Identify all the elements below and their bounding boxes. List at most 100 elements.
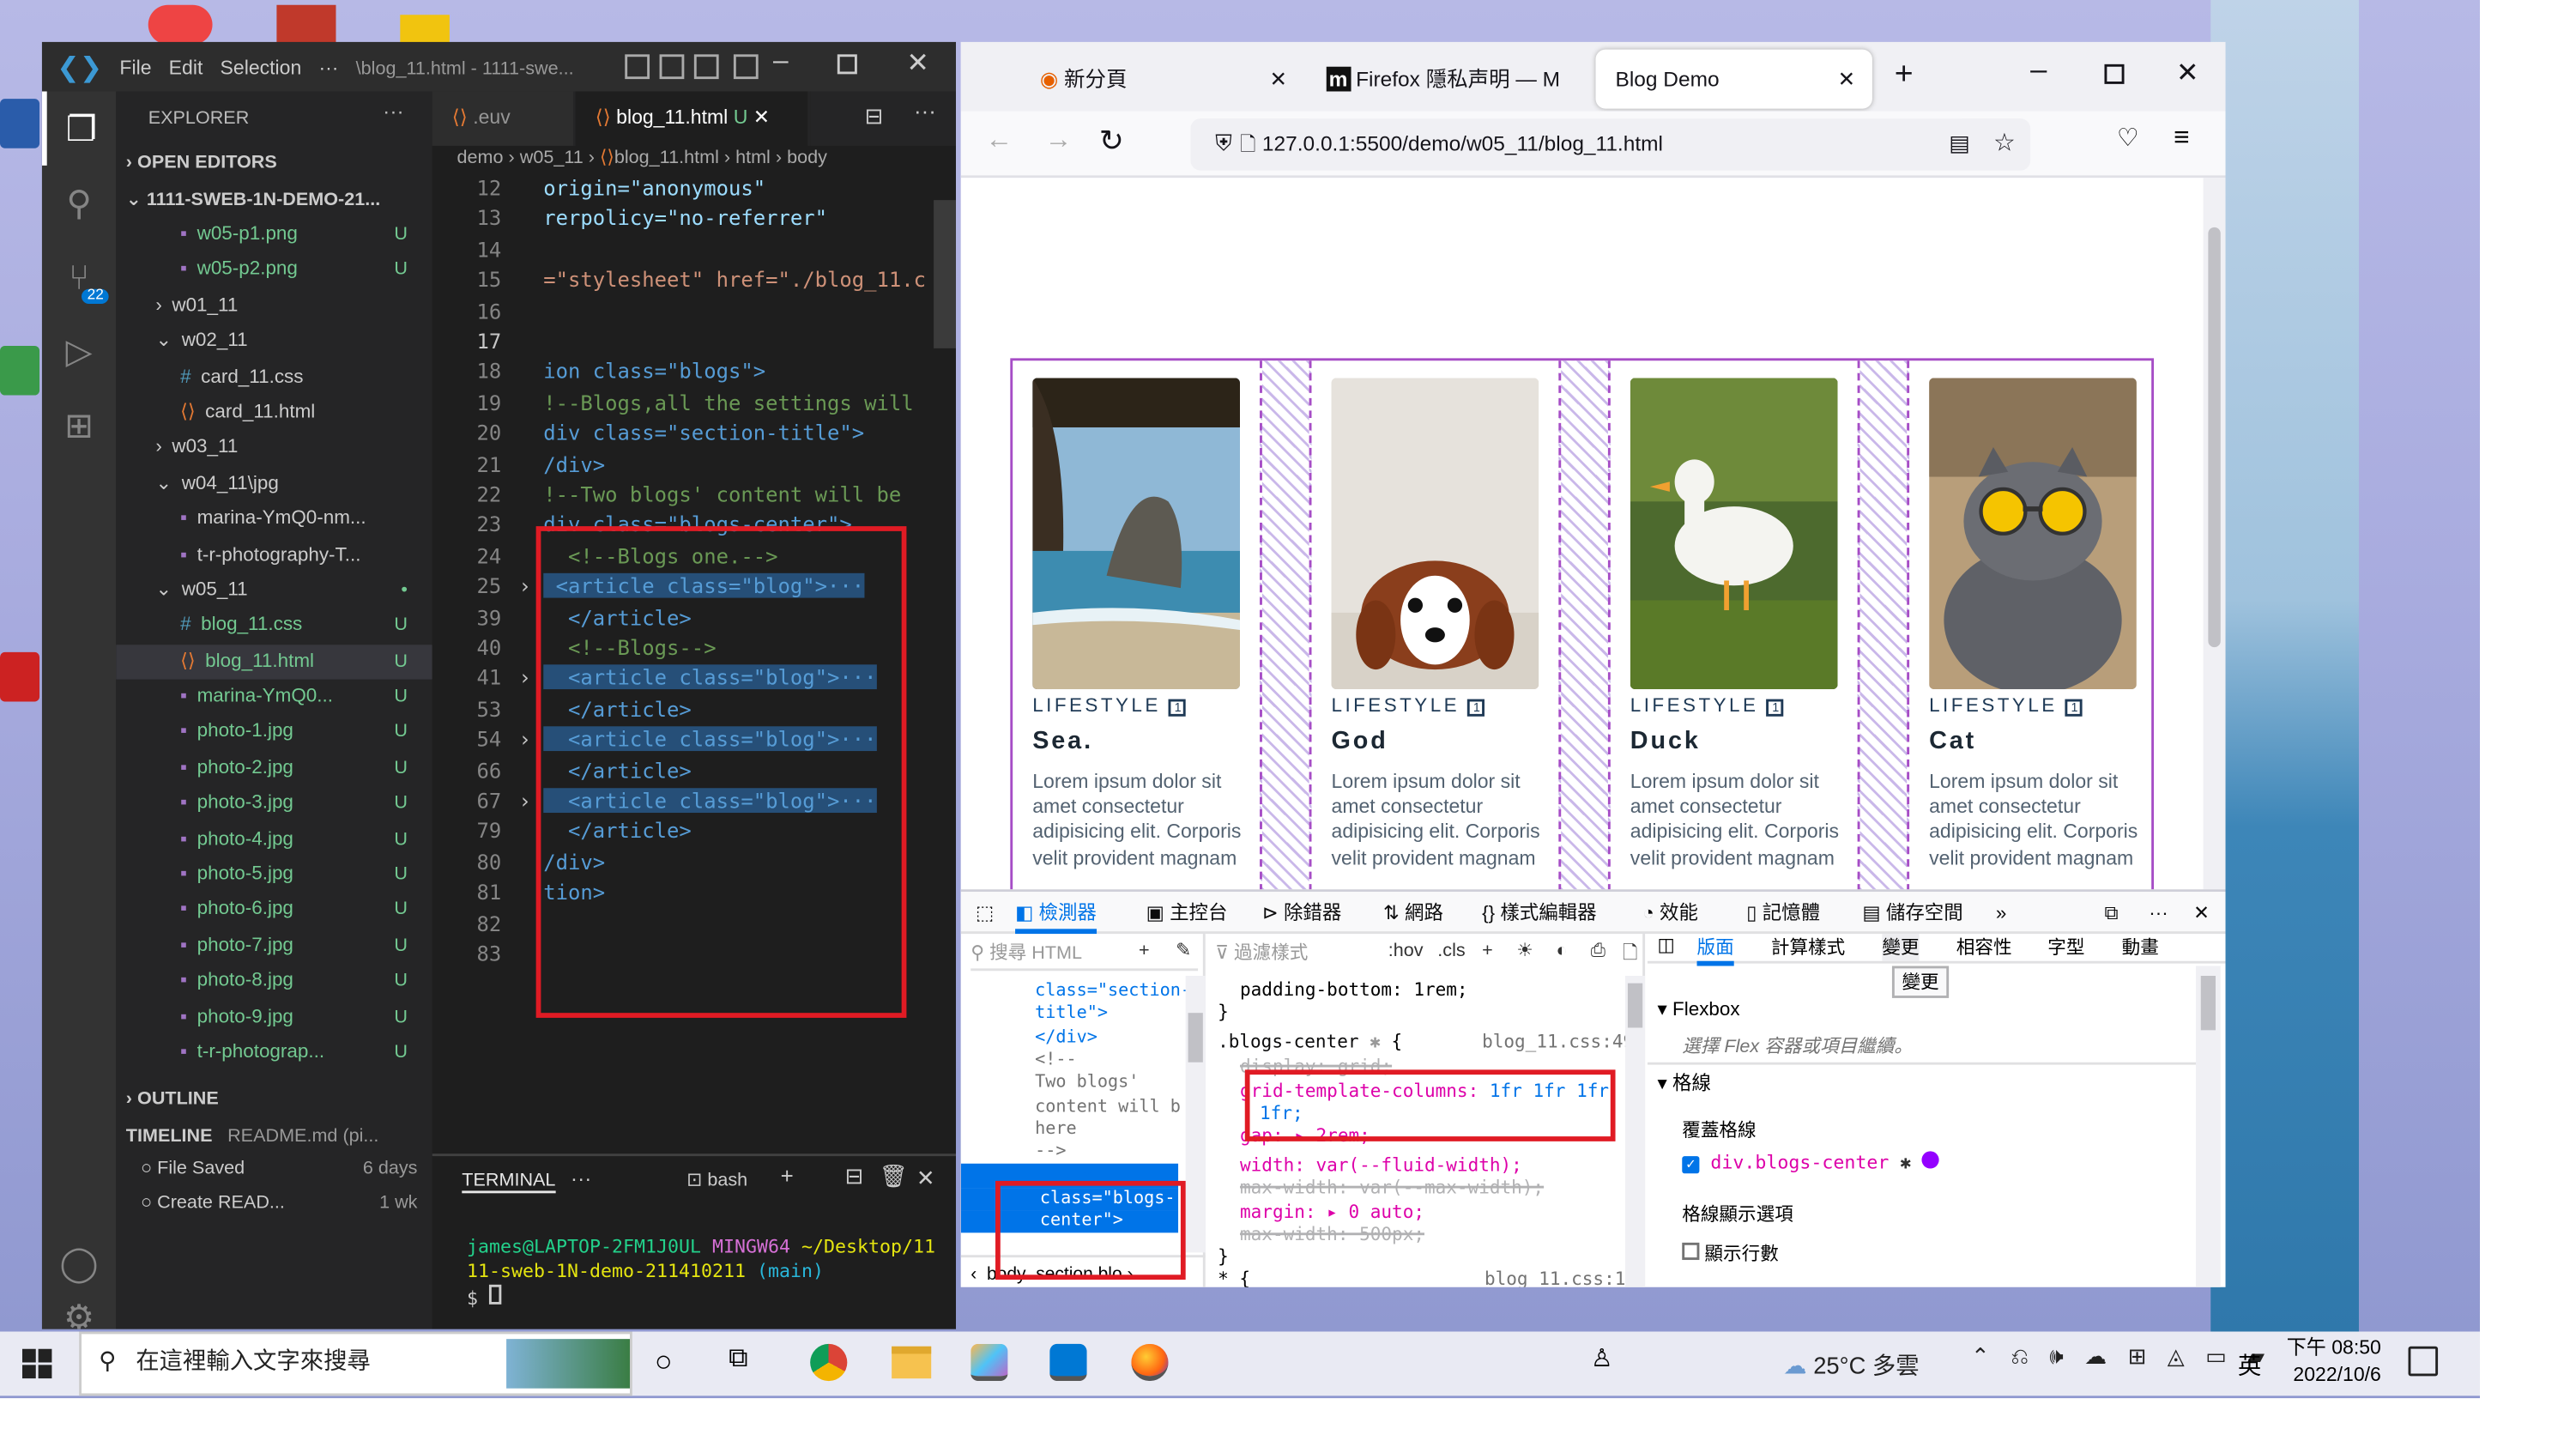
tab-blog-html[interactable]: ⟨⟩ blog_11.html U ✕ [575, 91, 811, 146]
code-line[interactable]: 22 !--Two blogs' content will be [432, 479, 956, 510]
print-icon[interactable]: ⎙ [1591, 939, 1605, 964]
fold-chevron-icon[interactable]: › [518, 571, 530, 602]
task-view-icon[interactable]: ⧉ [729, 1344, 748, 1376]
maximize-icon[interactable] [837, 54, 857, 75]
rule-source[interactable]: blog_11.css:49 [1482, 1030, 1634, 1053]
file-tree-item[interactable]: › w03_11 [116, 431, 432, 466]
flexbox-section[interactable]: ▾ Flexbox [1657, 998, 1739, 1020]
cls-toggle[interactable]: .cls [1437, 939, 1465, 961]
toggle-panel-icon[interactable] [659, 54, 685, 80]
chrome-taskbar-icon[interactable] [810, 1343, 848, 1382]
tab-privacy[interactable]: m Firefox 隱私声明 — M [1307, 50, 1583, 109]
tab-fonts[interactable]: 字型 [2047, 934, 2084, 961]
terminal-more-icon[interactable]: ··· [571, 1166, 591, 1191]
maximize-icon[interactable] [2104, 64, 2125, 84]
code-line[interactable]: 17 [432, 326, 956, 357]
app-menu-icon[interactable]: ≡ [2174, 124, 2189, 154]
minimap[interactable] [934, 200, 956, 348]
tab-euv[interactable]: ⟨⟩ .euv [432, 91, 576, 146]
terminal-tab[interactable]: TERMINAL [462, 1169, 556, 1194]
file-tree-item[interactable]: ▪ w05-p1.png U [116, 217, 432, 252]
dom-node-line[interactable]: title"> [1035, 1004, 1186, 1027]
code-line[interactable]: 12 origin="anonymous" [432, 173, 956, 203]
close-panel-icon[interactable]: ✕ [916, 1166, 935, 1194]
more-actions-icon[interactable]: ··· [383, 99, 403, 124]
show-line-numbers[interactable]: 顯示行數 [1682, 1240, 1779, 1268]
page-info-icon[interactable]: 🗋 [1240, 118, 1256, 170]
rule-source[interactable]: blog_11.css:1 [1485, 1268, 1625, 1287]
breadcrumb-item[interactable]: html [735, 146, 771, 168]
dom-node-line[interactable]: Two blogs' [1035, 1073, 1186, 1096]
tab-animations[interactable]: 動畫 [2122, 934, 2159, 961]
reload-icon[interactable]: ↻ [1099, 124, 1124, 158]
code-line[interactable]: 20 div class="section-title"> [432, 418, 956, 449]
timeline-item[interactable]: ○ Create READ... 1 wk [141, 1190, 417, 1213]
run-debug-icon[interactable]: ▷ [42, 314, 116, 388]
taskbar-search[interactable]: ⚲ 在這裡輸入文字來搜尋 [79, 1331, 632, 1396]
fold-chevron-icon[interactable]: › [518, 663, 530, 694]
menu-file[interactable]: File [119, 56, 151, 78]
file-tree-item[interactable]: # card_11.css [116, 360, 432, 395]
tab-console[interactable]: ▣ 主控台 [1146, 892, 1228, 934]
toggle-secondary-icon[interactable] [693, 54, 719, 80]
menu-selection[interactable]: Selection [221, 56, 302, 78]
file-tree-item[interactable]: ⟨⟩ blog_11.html U [116, 644, 432, 680]
file-tree-item[interactable]: ▪ w05-p2.png U [116, 253, 432, 288]
file-tree-item[interactable]: › w01_11 [116, 288, 432, 324]
file-tree-item[interactable]: ▪ photo-5.jpg U [116, 857, 432, 893]
hov-toggle[interactable]: :hov [1388, 939, 1424, 961]
file-tree-item[interactable]: ⌄ w02_11 [116, 324, 432, 360]
code-line[interactable]: 15 ="stylesheet" href="./blog_11.c [432, 265, 956, 296]
desktop-shortcut-icon[interactable] [0, 345, 40, 396]
tab-compatibility[interactable]: 相容性 [1956, 934, 2012, 961]
more-tabs-icon[interactable]: » [1996, 892, 2007, 934]
light-theme-icon[interactable]: ☀ [1516, 939, 1533, 961]
app-desktop-icon[interactable] [276, 4, 336, 45]
input-language[interactable]: 英 [2238, 1347, 2261, 1381]
code-line[interactable]: 18 ion class="blogs"> [432, 357, 956, 388]
dom-node-line[interactable]: class="section- [1035, 981, 1186, 1004]
tab-performance[interactable]: ◔ 效能 [1642, 892, 1698, 934]
highlight-grid-icon[interactable]: ✱ [1900, 1151, 1911, 1173]
file-tree-item[interactable]: ⌄ w04_11\jpg [116, 466, 432, 501]
tab-new-tab[interactable]: ◉ 新分頁 ✕ [1020, 50, 1297, 109]
firefox-taskbar-icon[interactable] [1131, 1343, 1169, 1382]
tab-debugger[interactable]: ⊳ 除錯器 [1262, 892, 1341, 934]
html-search[interactable]: ⚲ 搜尋 HTML + ✎ [971, 939, 1199, 972]
notification-icon[interactable] [2408, 1346, 2439, 1377]
source-control-icon[interactable]: ⑂ 22 [42, 239, 116, 313]
split-icon[interactable]: ◫ [1657, 934, 1674, 956]
terminal-output[interactable]: james@LAPTOP-2FM1J0UL MINGW64 ~/Desktop/… [467, 1235, 956, 1311]
new-tab-icon[interactable]: + [1895, 54, 1914, 91]
app-taskbar-icon[interactable] [971, 1343, 1008, 1382]
file-tree-item[interactable]: ▪ marina-YmQ0-nm... [116, 502, 432, 537]
file-tree-item[interactable]: ▪ t-r-photograp... U [116, 1035, 432, 1070]
file-tree-item[interactable]: ▪ photo-6.jpg U [116, 893, 432, 928]
code-line[interactable]: 16 [432, 295, 956, 326]
terminal-shell[interactable]: ⊡ bash [686, 1169, 747, 1191]
tab-storage[interactable]: ▤ 儲存空間 [1862, 892, 1962, 934]
eyedropper-icon[interactable]: ✎ [1176, 939, 1191, 961]
dock-icon[interactable]: ⧉ [2104, 892, 2118, 934]
file-tree-item[interactable]: # blog_11.css U [116, 608, 432, 644]
devtools-close-icon[interactable]: ✕ [2193, 892, 2210, 934]
breadcrumb-item[interactable]: demo [457, 146, 504, 168]
close-icon[interactable]: ✕ [906, 47, 929, 80]
start-icon[interactable] [20, 1347, 54, 1381]
tab-close-icon[interactable]: ✕ [1270, 50, 1288, 109]
timeline-section[interactable]: TIMELINE README.md (pi... [116, 1124, 432, 1147]
project-section[interactable]: ⌄ 1111-SWEB-1N-DEMO-21... [126, 188, 432, 210]
reader-view-icon[interactable]: ▤ [1949, 118, 1970, 170]
tab-style-editor[interactable]: {} 樣式編輯器 [1482, 892, 1596, 934]
dom-node-line[interactable]: </div> [1035, 1026, 1186, 1050]
selector-highlight-icon[interactable]: ✱ [1370, 1030, 1381, 1052]
grid-item-row[interactable]: ✓ div.blogs-center ✱ [1682, 1151, 1940, 1174]
tab-memory[interactable]: ▯ 記憶體 [1746, 892, 1820, 934]
trash-icon[interactable]: 🗑 [880, 1164, 908, 1191]
dark-theme-icon[interactable]: ◐ [1556, 939, 1567, 961]
file-tree-item[interactable]: ▪ photo-4.jpg U [116, 822, 432, 857]
split-terminal-icon[interactable]: ⊟ [844, 1164, 863, 1191]
change-button[interactable]: 變更 [1891, 966, 1950, 998]
tab-changes[interactable]: 變更 [1882, 934, 1920, 961]
file-tree-item[interactable]: ▪ photo-8.jpg U [116, 964, 432, 999]
